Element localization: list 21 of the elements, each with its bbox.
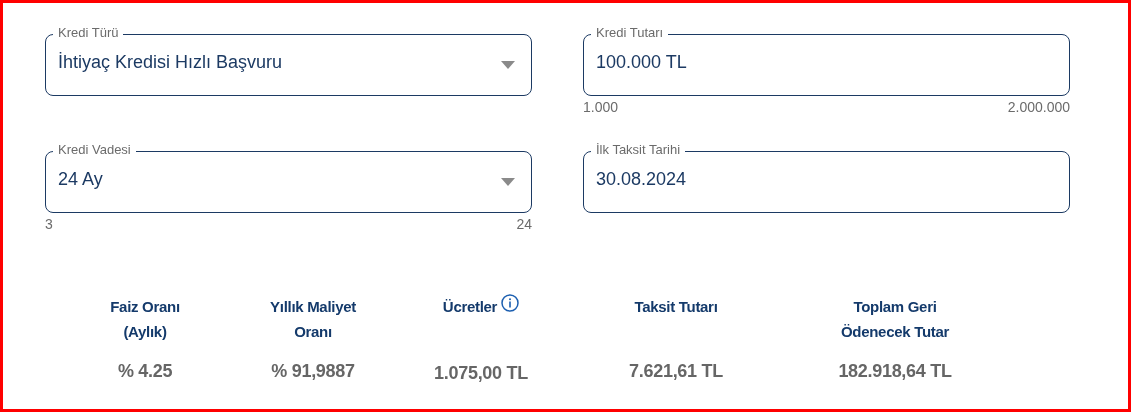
range-min: 3 — [45, 215, 53, 234]
summary-label: Taksit Tutarı — [633, 297, 719, 317]
field-value: 24 Ay — [58, 168, 104, 191]
field-value: İhtiyaç Kredisi Hızlı Başvuru — [58, 51, 284, 74]
summary-value: 7.621,61 TL — [629, 360, 723, 383]
info-icon[interactable] — [501, 294, 520, 312]
summary-label: Ücretler — [442, 297, 498, 317]
summary-label: Yıllık Maliyet Oranı — [269, 297, 357, 342]
summary-value: % 91,9887 — [271, 360, 355, 383]
summary-label: Faiz Oranı (Aylık) — [109, 297, 181, 342]
summary-value: 182.918,64 TL — [838, 360, 952, 383]
field-value: 100.000 TL — [596, 51, 688, 74]
summary-label: Toplam Geri Ödenecek Tutar — [839, 297, 951, 342]
summary-value: % 4.25 — [117, 360, 173, 383]
field-value: 30.08.2024 — [596, 168, 688, 191]
caret-icon — [501, 178, 515, 186]
range-min: 1.000 — [583, 98, 619, 117]
range-max: 2.000.000 — [1007, 98, 1070, 117]
range-max: 24 — [516, 215, 532, 234]
caret-icon — [501, 61, 515, 69]
summary-value: 1.075,00 TL — [434, 362, 528, 385]
